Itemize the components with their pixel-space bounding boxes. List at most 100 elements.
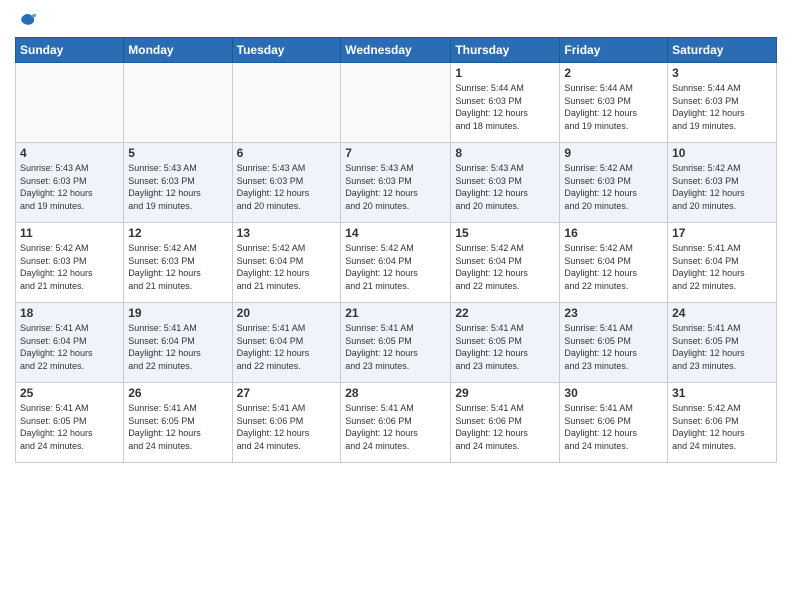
calendar-cell: 11 Sunrise: 5:42 AM Sunset: 6:03 PM Dayli… [16,223,124,303]
day-info: Sunrise: 5:41 AM Sunset: 6:04 PM Dayligh… [237,322,337,372]
weekday-header-friday: Friday [560,38,668,63]
week-row-2: 4 Sunrise: 5:43 AM Sunset: 6:03 PM Daylig… [16,143,777,223]
calendar-cell: 23 Sunrise: 5:41 AM Sunset: 6:05 PM Dayli… [560,303,668,383]
day-number: 19 [128,306,227,320]
calendar-cell: 31Sunrise: 5:42 AM Sunset: 6:06 PM Dayli… [668,383,777,463]
day-number: 15 [455,226,555,240]
header [15,10,777,31]
calendar-cell: 29Sunrise: 5:41 AM Sunset: 6:06 PM Dayli… [451,383,560,463]
day-info: Sunrise: 5:44 AM Sunset: 6:03 PM Dayligh… [672,82,772,132]
calendar-cell: 27 Sunrise: 5:41 AM Sunset: 6:06 PM Dayli… [232,383,341,463]
calendar-cell [124,63,232,143]
day-number: 27 [237,386,337,400]
day-number: 29 [455,386,555,400]
calendar-table: SundayMondayTuesdayWednesdayThursdayFrid… [15,37,777,463]
day-info: Sunrise: 5:42 AM Sunset: 6:03 PM Dayligh… [20,242,119,292]
weekday-header-saturday: Saturday [668,38,777,63]
day-info: Sunrise: 5:41 AM Sunset: 6:05 PM Dayligh… [345,322,446,372]
calendar-cell: 4 Sunrise: 5:43 AM Sunset: 6:03 PM Daylig… [16,143,124,223]
day-info: Sunrise: 5:42 AM Sunset: 6:04 PM Dayligh… [455,242,555,292]
day-info: Sunrise: 5:42 AM Sunset: 6:06 PM Dayligh… [672,402,772,452]
day-info: Sunrise: 5:43 AM Sunset: 6:03 PM Dayligh… [20,162,119,212]
calendar-cell: 7 Sunrise: 5:43 AM Sunset: 6:03 PM Daylig… [341,143,451,223]
weekday-header-row: SundayMondayTuesdayWednesdayThursdayFrid… [16,38,777,63]
calendar-cell: 16 Sunrise: 5:42 AM Sunset: 6:04 PM Dayli… [560,223,668,303]
day-number: 3 [672,66,772,80]
day-info: Sunrise: 5:41 AM Sunset: 6:05 PM Dayligh… [564,322,663,372]
calendar-cell: 20 Sunrise: 5:41 AM Sunset: 6:04 PM Dayli… [232,303,341,383]
day-info: Sunrise: 5:43 AM Sunset: 6:03 PM Dayligh… [128,162,227,212]
day-info: Sunrise: 5:41 AM Sunset: 6:05 PM Dayligh… [455,322,555,372]
calendar-page: SundayMondayTuesdayWednesdayThursdayFrid… [0,0,792,612]
day-number: 20 [237,306,337,320]
calendar-cell [16,63,124,143]
weekday-header-monday: Monday [124,38,232,63]
logo-text [15,10,37,31]
calendar-cell: 21 Sunrise: 5:41 AM Sunset: 6:05 PM Dayli… [341,303,451,383]
calendar-cell: 10 Sunrise: 5:42 AM Sunset: 6:03 PM Dayli… [668,143,777,223]
calendar-cell: 17 Sunrise: 5:41 AM Sunset: 6:04 PM Dayli… [668,223,777,303]
calendar-cell: 3 Sunrise: 5:44 AM Sunset: 6:03 PM Daylig… [668,63,777,143]
logo-bird-icon [17,11,37,31]
day-number: 7 [345,146,446,160]
weekday-header-tuesday: Tuesday [232,38,341,63]
day-info: Sunrise: 5:41 AM Sunset: 6:06 PM Dayligh… [237,402,337,452]
day-info: Sunrise: 5:41 AM Sunset: 6:04 PM Dayligh… [672,242,772,292]
calendar-cell: 18 Sunrise: 5:41 AM Sunset: 6:04 PM Dayli… [16,303,124,383]
day-number: 9 [564,146,663,160]
calendar-cell: 25 Sunrise: 5:41 AM Sunset: 6:05 PM Dayli… [16,383,124,463]
calendar-cell: 8Sunrise: 5:43 AM Sunset: 6:03 PM Daylig… [451,143,560,223]
day-info: Sunrise: 5:43 AM Sunset: 6:03 PM Dayligh… [345,162,446,212]
weekday-header-sunday: Sunday [16,38,124,63]
week-row-4: 18 Sunrise: 5:41 AM Sunset: 6:04 PM Dayli… [16,303,777,383]
week-row-1: 1Sunrise: 5:44 AM Sunset: 6:03 PM Daylig… [16,63,777,143]
day-number: 12 [128,226,227,240]
day-number: 4 [20,146,119,160]
calendar-cell: 1Sunrise: 5:44 AM Sunset: 6:03 PM Daylig… [451,63,560,143]
weekday-header-thursday: Thursday [451,38,560,63]
calendar-cell [232,63,341,143]
day-info: Sunrise: 5:42 AM Sunset: 6:04 PM Dayligh… [237,242,337,292]
day-number: 24 [672,306,772,320]
day-info: Sunrise: 5:42 AM Sunset: 6:04 PM Dayligh… [564,242,663,292]
day-number: 30 [564,386,663,400]
day-number: 10 [672,146,772,160]
day-number: 6 [237,146,337,160]
day-info: Sunrise: 5:41 AM Sunset: 6:04 PM Dayligh… [20,322,119,372]
day-number: 26 [128,386,227,400]
calendar-cell: 15 Sunrise: 5:42 AM Sunset: 6:04 PM Dayli… [451,223,560,303]
calendar-cell: 14 Sunrise: 5:42 AM Sunset: 6:04 PM Dayli… [341,223,451,303]
day-info: Sunrise: 5:41 AM Sunset: 6:05 PM Dayligh… [20,402,119,452]
calendar-cell: 9 Sunrise: 5:42 AM Sunset: 6:03 PM Daylig… [560,143,668,223]
day-number: 13 [237,226,337,240]
calendar-cell: 30Sunrise: 5:41 AM Sunset: 6:06 PM Dayli… [560,383,668,463]
day-number: 5 [128,146,227,160]
weekday-header-wednesday: Wednesday [341,38,451,63]
week-row-5: 25 Sunrise: 5:41 AM Sunset: 6:05 PM Dayli… [16,383,777,463]
day-number: 25 [20,386,119,400]
day-number: 18 [20,306,119,320]
day-info: Sunrise: 5:42 AM Sunset: 6:04 PM Dayligh… [345,242,446,292]
calendar-cell: 5 Sunrise: 5:43 AM Sunset: 6:03 PM Daylig… [124,143,232,223]
calendar-cell: 12 Sunrise: 5:42 AM Sunset: 6:03 PM Dayli… [124,223,232,303]
day-info: Sunrise: 5:42 AM Sunset: 6:03 PM Dayligh… [564,162,663,212]
calendar-cell: 13 Sunrise: 5:42 AM Sunset: 6:04 PM Dayli… [232,223,341,303]
day-info: Sunrise: 5:43 AM Sunset: 6:03 PM Dayligh… [455,162,555,212]
calendar-cell: 28Sunrise: 5:41 AM Sunset: 6:06 PM Dayli… [341,383,451,463]
day-number: 16 [564,226,663,240]
calendar-cell: 26 Sunrise: 5:41 AM Sunset: 6:05 PM Dayli… [124,383,232,463]
day-number: 23 [564,306,663,320]
day-info: Sunrise: 5:44 AM Sunset: 6:03 PM Dayligh… [455,82,555,132]
day-info: Sunrise: 5:41 AM Sunset: 6:05 PM Dayligh… [128,402,227,452]
day-info: Sunrise: 5:42 AM Sunset: 6:03 PM Dayligh… [672,162,772,212]
day-number: 22 [455,306,555,320]
day-info: Sunrise: 5:42 AM Sunset: 6:03 PM Dayligh… [128,242,227,292]
week-row-3: 11 Sunrise: 5:42 AM Sunset: 6:03 PM Dayli… [16,223,777,303]
day-number: 11 [20,226,119,240]
day-number: 17 [672,226,772,240]
calendar-cell: 6Sunrise: 5:43 AM Sunset: 6:03 PM Daylig… [232,143,341,223]
day-number: 21 [345,306,446,320]
calendar-cell [341,63,451,143]
day-number: 14 [345,226,446,240]
day-info: Sunrise: 5:41 AM Sunset: 6:05 PM Dayligh… [672,322,772,372]
